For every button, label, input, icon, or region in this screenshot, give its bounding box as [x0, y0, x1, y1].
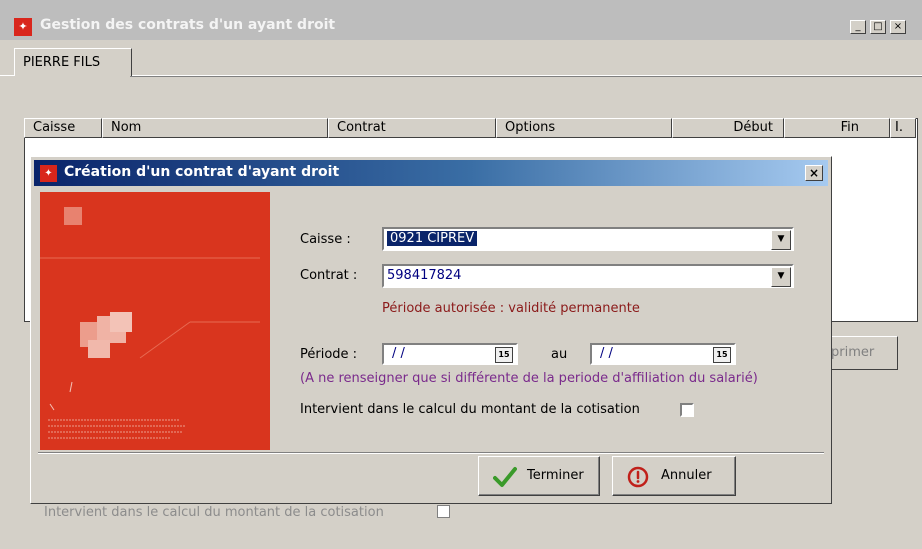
periode-note-text: (A ne renseigner que si différente de la… [300, 371, 758, 386]
column-fin[interactable]: Fin [784, 118, 890, 138]
table-header: Caisse Nom Contrat Options Début Fin I. [24, 118, 918, 138]
annuler-label: Annuler [661, 468, 712, 483]
cotisation-checkbox[interactable] [680, 403, 694, 417]
contrat-value: 598417824 [387, 268, 462, 283]
banner-graphic [40, 207, 260, 439]
decorative-banner [40, 192, 270, 450]
tab-pierre-fils[interactable]: PIERRE FILS [14, 48, 132, 76]
minimize-button[interactable]: _ [850, 20, 866, 34]
cotisation-checkbox-label: Intervient dans le calcul du montant de … [300, 402, 640, 417]
background-checkbox-label: Intervient dans le calcul du montant de … [44, 505, 384, 520]
periode-info-text: Période autorisée : validité permanente [382, 301, 640, 316]
dialog-separator [38, 452, 824, 454]
column-caisse[interactable]: Caisse [24, 118, 102, 138]
caisse-value: 0921 CIPREV [387, 231, 478, 246]
background-checkbox[interactable] [437, 505, 450, 518]
periode-label: Période : [300, 347, 358, 362]
column-contrat[interactable]: Contrat [328, 118, 496, 138]
periode-from-value: / / [392, 346, 405, 361]
chevron-down-icon[interactable]: ▼ [771, 230, 791, 250]
tab-divider-shadow [130, 76, 922, 77]
periode-to-value: / / [600, 346, 613, 361]
calendar-icon[interactable]: 15 [713, 347, 731, 363]
column-i[interactable]: I. [890, 118, 916, 138]
print-button[interactable]: primer [826, 336, 898, 370]
cancel-icon [627, 466, 649, 488]
app-icon: ✦ [14, 18, 32, 36]
chevron-down-icon[interactable]: ▼ [771, 267, 791, 287]
dialog-title: Création d'un contrat d'ayant droit [64, 164, 340, 180]
annuler-button[interactable]: Annuler [612, 456, 736, 496]
periode-to-field[interactable]: / / 15 [590, 343, 736, 365]
contrat-label: Contrat : [300, 268, 358, 283]
caisse-label: Caisse : [300, 232, 351, 247]
close-button[interactable]: × [890, 20, 906, 34]
terminer-label: Terminer [527, 468, 584, 483]
periode-au-label: au [551, 347, 568, 362]
checkmark-icon [493, 467, 517, 487]
dialog-app-icon: ✦ [40, 165, 57, 182]
contrat-select[interactable]: 598417824 ▼ [382, 264, 794, 288]
column-nom[interactable]: Nom [102, 118, 328, 138]
dialog-close-button[interactable]: × [805, 165, 823, 181]
calendar-icon[interactable]: 15 [495, 347, 513, 363]
column-options[interactable]: Options [496, 118, 672, 138]
column-debut[interactable]: Début [672, 118, 784, 138]
caisse-select[interactable]: 0921 CIPREV ▼ [382, 227, 794, 251]
window-title: Gestion des contrats d'un ayant droit [40, 17, 336, 33]
maximize-button[interactable]: □ [870, 20, 886, 34]
terminer-button[interactable]: Terminer [478, 456, 600, 496]
periode-from-field[interactable]: / / 15 [382, 343, 518, 365]
